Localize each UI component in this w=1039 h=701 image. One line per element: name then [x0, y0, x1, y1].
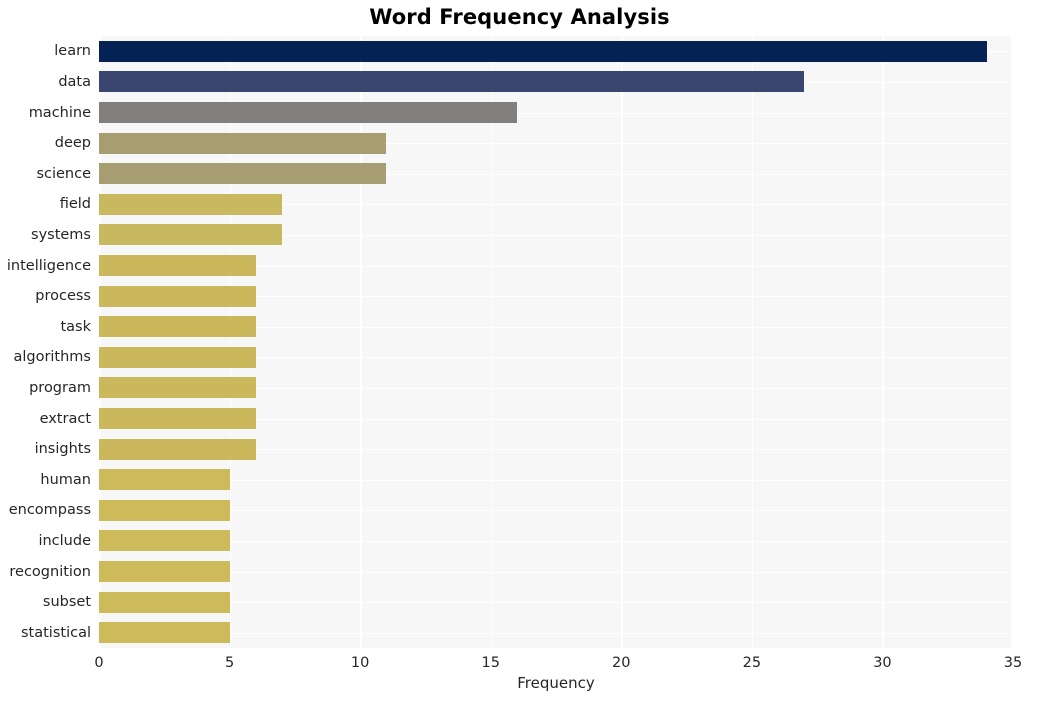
bar [99, 377, 256, 399]
bar [99, 255, 256, 276]
vertical-gridline [229, 36, 232, 648]
bar [99, 285, 256, 307]
bar [99, 224, 282, 246]
y-tick-label: science [36, 165, 91, 182]
y-tick-label: include [38, 532, 91, 549]
bar [99, 102, 517, 123]
horizontal-gridline [99, 572, 1013, 574]
horizontal-gridline [99, 510, 1013, 512]
y-tick-label: data [58, 73, 91, 90]
bar [99, 346, 256, 368]
horizontal-gridline [99, 541, 1013, 543]
y-tick-label: machine [28, 104, 91, 121]
bar [99, 316, 256, 338]
y-tick-label: statistical [21, 624, 91, 641]
y-tick-label: program [29, 379, 91, 396]
bar [99, 622, 230, 644]
bar [99, 561, 230, 582]
vertical-gridline [751, 36, 754, 648]
bar [99, 530, 230, 552]
bar [99, 163, 387, 185]
bar [99, 193, 282, 215]
y-tick-label: systems [31, 226, 91, 243]
vertical-gridline [99, 36, 101, 648]
y-tick-label: subset [42, 594, 91, 611]
x-tick-label: 25 [742, 655, 762, 671]
y-tick-label: algorithms [13, 349, 91, 366]
vertical-gridline [882, 36, 885, 648]
y-tick-label: intelligence [6, 257, 91, 274]
bar [99, 408, 256, 429]
bar [99, 499, 230, 521]
y-tick-label: field [59, 196, 91, 213]
y-tick-label: extract [39, 410, 91, 427]
x-tick-label: 35 [1003, 655, 1023, 671]
vertical-gridline [1011, 36, 1013, 648]
y-tick-label: insights [34, 441, 91, 458]
x-axis-title: Frequency [517, 674, 595, 692]
horizontal-gridline [99, 633, 1013, 635]
bar [99, 71, 805, 93]
vertical-gridline [621, 36, 623, 648]
y-axis-tick-labels: learn data machine deep science field systems i… [0, 36, 91, 648]
x-tick-label: 15 [481, 655, 500, 671]
x-tick-label: 0 [94, 655, 104, 671]
vertical-gridline [360, 36, 362, 648]
y-tick-label: process [35, 288, 91, 305]
x-tick-label: 20 [612, 655, 631, 671]
word-frequency-bar-chart: Word Frequency Analysis learn data machine… [0, 0, 1039, 701]
y-tick-label: task [60, 318, 91, 335]
horizontal-gridline [99, 480, 1013, 482]
bar [99, 469, 230, 491]
x-tick-label: 5 [224, 655, 235, 671]
y-tick-label: deep [54, 135, 91, 152]
y-tick-label: encompass [8, 502, 91, 519]
plot-area [99, 36, 1013, 648]
bar [99, 40, 987, 62]
y-tick-label: recognition [9, 563, 91, 580]
x-tick-label: 30 [873, 655, 892, 671]
vertical-gridline [490, 36, 493, 648]
bar [99, 438, 256, 460]
bar [99, 591, 230, 613]
y-tick-label: learn [54, 43, 91, 60]
x-tick-label: 10 [350, 655, 370, 671]
chart-title: Word Frequency Analysis [369, 5, 670, 29]
y-tick-label: human [40, 471, 91, 488]
horizontal-gridline [99, 602, 1013, 604]
bar [99, 132, 387, 154]
